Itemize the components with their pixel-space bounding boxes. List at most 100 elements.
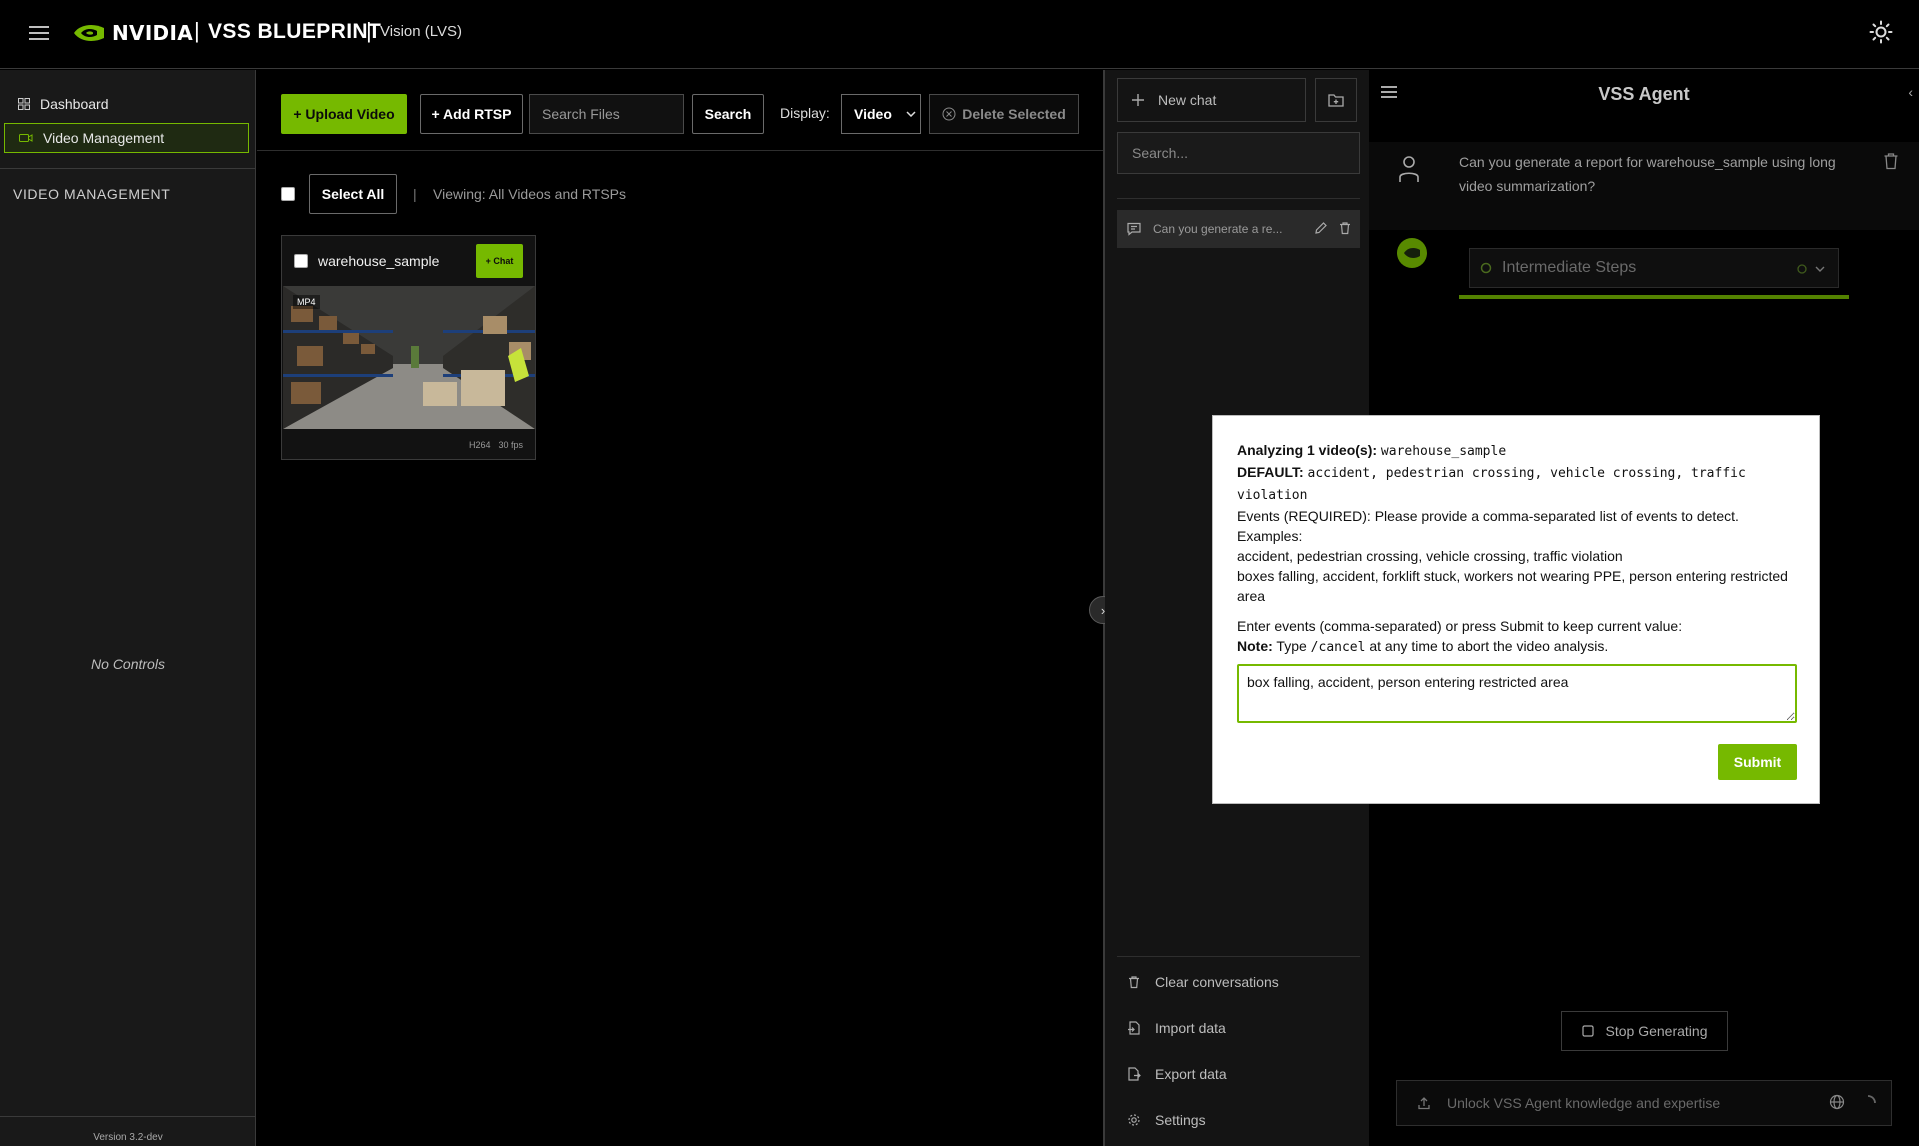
user-message-text: Can you generate a report for warehouse_…	[1459, 154, 1836, 194]
chevron-left-icon[interactable]: ‹	[1908, 84, 1913, 100]
import-data-label: Import data	[1155, 1020, 1226, 1036]
title-separator: |	[366, 18, 372, 43]
add-rtsp-button[interactable]: + Add RTSP	[420, 94, 523, 134]
clear-conversations-label: Clear conversations	[1155, 974, 1279, 990]
import-data-button[interactable]: Import data	[1127, 1016, 1226, 1040]
logo-text: NVIDIA	[112, 21, 193, 45]
sidebar-item-label: Dashboard	[40, 96, 109, 112]
divider	[0, 168, 256, 169]
chevron-down-icon	[1797, 264, 1825, 274]
separator: |	[413, 186, 417, 202]
analyzing-value: warehouse_sample	[1380, 444, 1507, 459]
display-select[interactable]: Video	[841, 94, 921, 134]
nvidia-eye-icon	[74, 25, 104, 41]
progress-bar	[1459, 295, 1849, 299]
gear-icon	[1128, 1114, 1140, 1126]
select-all-checkbox[interactable]	[281, 187, 295, 201]
trash-icon[interactable]	[1338, 221, 1352, 235]
empty-state-text: No Controls	[91, 656, 165, 672]
divider	[1117, 956, 1360, 957]
new-chat-label: New chat	[1158, 92, 1217, 108]
menu-icon[interactable]	[28, 22, 50, 44]
sidebar-item-dashboard[interactable]: Dashboard	[4, 89, 249, 119]
analyzing-line: Analyzing 1 video(s): warehouse_sample	[1237, 440, 1797, 462]
trash-icon	[1129, 976, 1139, 989]
select-all-button[interactable]: Select All	[309, 174, 397, 214]
dashboard-icon	[18, 98, 30, 110]
stop-generating-label: Stop Generating	[1605, 1023, 1708, 1039]
pencil-icon[interactable]	[1314, 221, 1328, 235]
select-row	[281, 174, 295, 214]
export-icon	[1128, 1067, 1141, 1081]
chat-bubble-icon	[1127, 222, 1141, 236]
video-card[interactable]: warehouse_sample + Chat MP4 H264 30 fps	[281, 235, 536, 460]
history-search-input[interactable]: Search...	[1117, 132, 1360, 174]
version-label: Version 3.2-dev	[0, 1116, 256, 1146]
app-title: VSS BLUEPRINT	[208, 20, 382, 43]
upload-icon[interactable]	[1417, 1096, 1431, 1110]
plus-icon	[1132, 94, 1144, 106]
video-name: warehouse_sample	[318, 253, 440, 269]
viewing-filter-text: Viewing: All Videos and RTSPs	[433, 186, 627, 202]
note-line: Note: Type /cancel at any time to abort …	[1237, 636, 1797, 658]
delete-selected-button[interactable]: Delete Selected	[929, 94, 1079, 134]
display-value: Video	[854, 106, 892, 122]
trash-icon[interactable]	[1883, 152, 1899, 170]
clear-conversations-button[interactable]: Clear conversations	[1127, 970, 1279, 994]
chat-button[interactable]: + Chat	[476, 244, 523, 278]
display-label: Display:	[780, 105, 830, 121]
video-thumbnail[interactable]: MP4	[283, 286, 535, 429]
conversation-item[interactable]: Can you generate a re...	[1117, 210, 1360, 248]
events-input[interactable]: box falling, accident, person entering r…	[1237, 664, 1797, 723]
codec-label: H264	[468, 440, 491, 450]
intermediate-steps-label: Intermediate Steps	[1502, 259, 1637, 276]
fps-label: 30 fps	[498, 440, 523, 450]
agent-avatar	[1397, 238, 1427, 268]
format-badge: MP4	[293, 295, 320, 309]
sidebar: Dashboard Video Management VIDEO MANAGEM…	[0, 70, 256, 1146]
divider	[1117, 198, 1360, 199]
nvidia-logo: NVIDIA	[72, 20, 193, 46]
example-text: accident, pedestrian crossing, vehicle c…	[1237, 548, 1623, 564]
event-input-dialog: Analyzing 1 video(s): warehouse_sample D…	[1212, 415, 1820, 804]
sidebar-item-label: Video Management	[43, 130, 165, 146]
events-required-text: Events (REQUIRED): Please provide a comm…	[1237, 508, 1739, 524]
cancel-command: /cancel	[1310, 640, 1366, 655]
settings-button[interactable]: Settings	[1127, 1108, 1206, 1132]
delete-selected-label: Delete Selected	[962, 106, 1066, 122]
default-value: accident, pedestrian crossing, vehicle c…	[1237, 466, 1746, 503]
dialog-body: Analyzing 1 video(s): warehouse_sample D…	[1237, 440, 1797, 658]
video-management-panel: + Upload Video + Add RTSP Search Files S…	[257, 70, 1103, 1146]
top-bar: NVIDIA | VSS BLUEPRINT | Vision (LVS)	[0, 0, 1919, 69]
conversation-actions	[1314, 221, 1352, 235]
nvidia-eye-icon	[1404, 248, 1420, 258]
stop-generating-button[interactable]: Stop Generating	[1561, 1011, 1728, 1051]
user-message-row: Can you generate a report for warehouse_…	[1369, 142, 1919, 230]
app-subtitle: Vision (LVS)	[380, 23, 462, 40]
intermediate-steps-toggle[interactable]: Intermediate Steps	[1469, 248, 1839, 288]
camera-icon	[19, 134, 33, 142]
loading-spinner-icon	[1867, 1095, 1876, 1104]
submit-button[interactable]: Submit	[1718, 744, 1797, 780]
new-chat-button[interactable]: New chat	[1117, 78, 1306, 122]
search-button[interactable]: Search	[692, 94, 764, 134]
new-folder-button[interactable]	[1315, 78, 1357, 122]
input-actions	[1829, 1094, 1877, 1112]
enter-events-prompt: Enter events (comma-separated) or press …	[1237, 618, 1683, 634]
note-pre: Type	[1276, 638, 1307, 654]
sun-icon[interactable]	[1869, 20, 1893, 44]
default-label: DEFAULT:	[1237, 464, 1304, 480]
video-checkbox[interactable]	[294, 254, 308, 268]
search-files-input[interactable]: Search Files	[529, 94, 684, 134]
sidebar-item-video-management[interactable]: Video Management	[4, 123, 249, 153]
export-data-label: Export data	[1155, 1066, 1227, 1082]
user-icon	[1399, 156, 1419, 182]
title-separator: |	[194, 18, 200, 43]
export-data-button[interactable]: Export data	[1127, 1062, 1227, 1086]
upload-video-button[interactable]: + Upload Video	[281, 94, 407, 134]
close-circle-icon	[942, 107, 956, 121]
agent-input[interactable]: Unlock VSS Agent knowledge and expertise	[1396, 1080, 1892, 1126]
note-label: Note:	[1237, 638, 1273, 654]
analyzing-label: Analyzing 1 video(s):	[1237, 442, 1378, 458]
globe-icon[interactable]	[1829, 1094, 1845, 1110]
